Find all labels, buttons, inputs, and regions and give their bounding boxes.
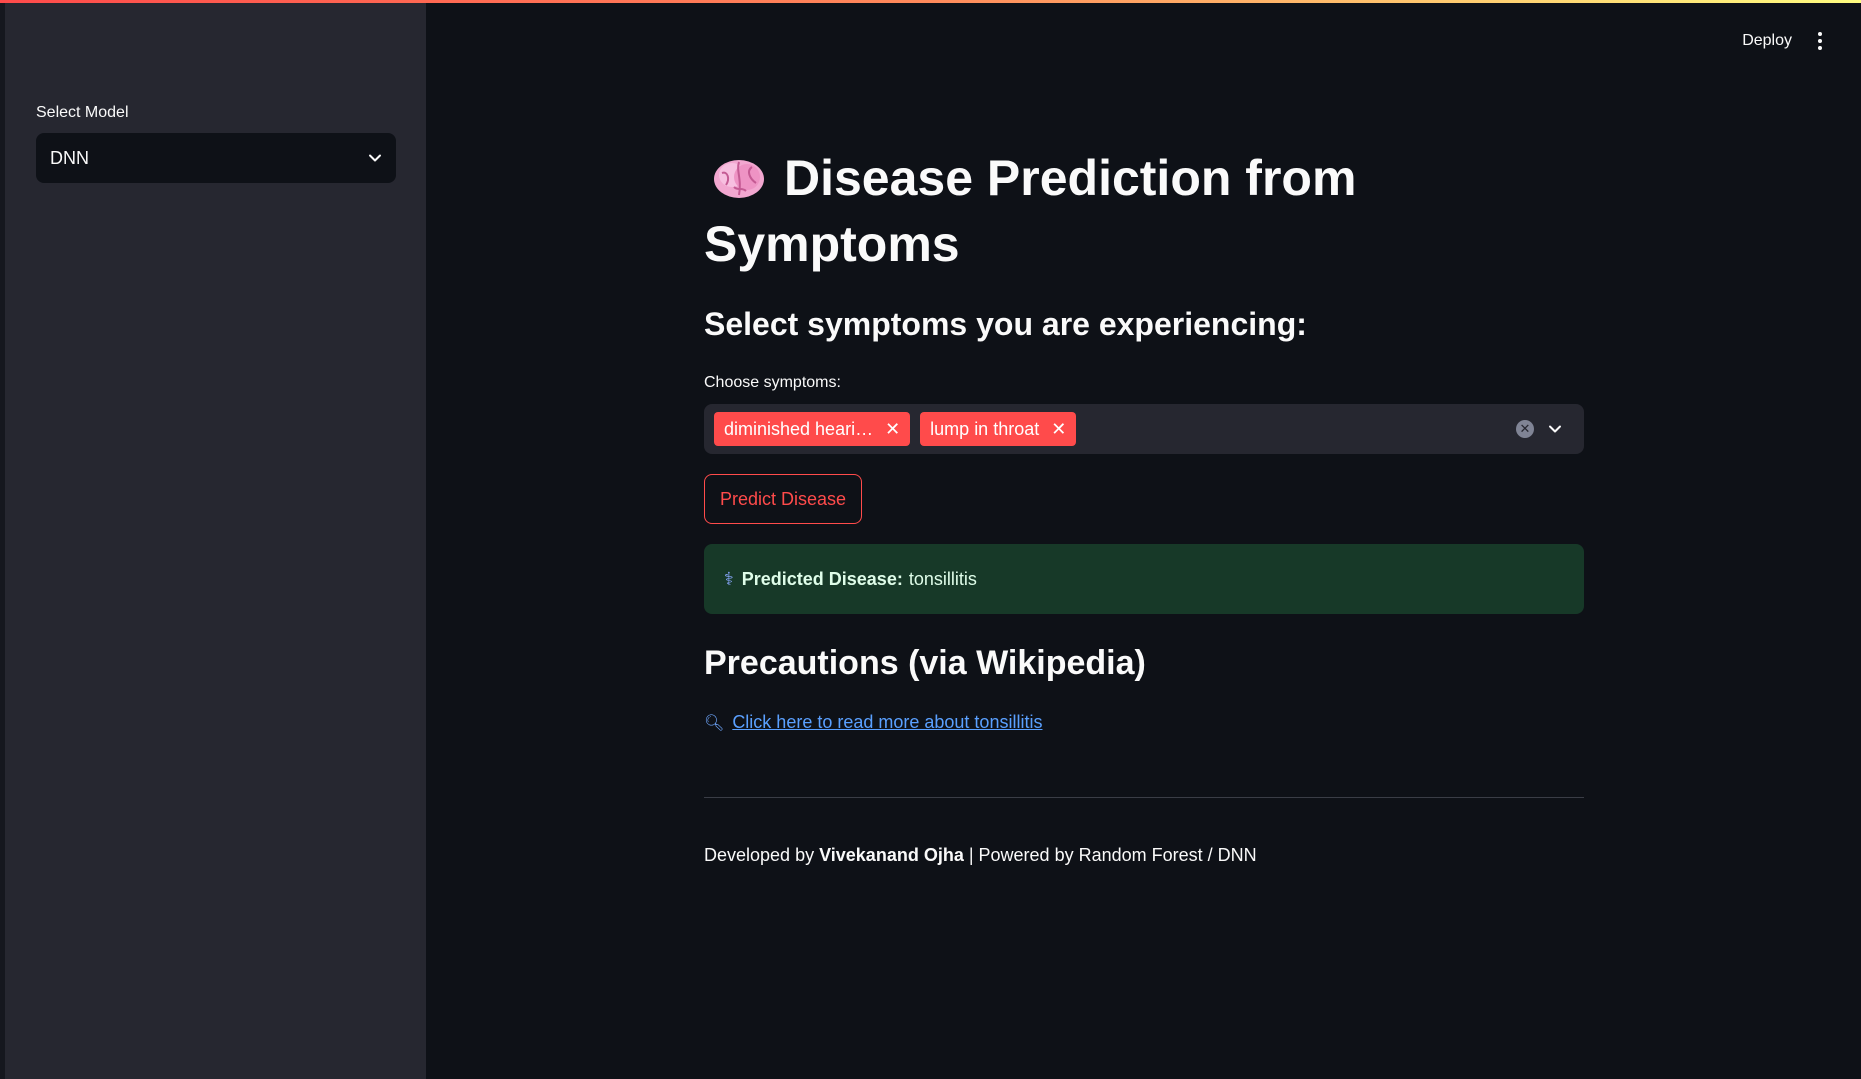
stethoscope-icon: ⚕ [724,568,734,589]
sidebar: Select Model DNN [5,0,426,1079]
result-label: Predicted Disease: [741,568,903,589]
brain-icon [714,160,764,198]
symptoms-multiselect[interactable]: diminished heari… ✕ lump in throat ✕ ✕ [704,404,1584,454]
symptom-chip-label: diminished heari… [724,418,874,439]
remove-chip-icon[interactable]: ✕ [885,419,900,440]
clear-all-icon[interactable]: ✕ [1516,420,1534,438]
chevron-down-icon [369,154,381,162]
page-title-text: Disease Prediction from Symptoms [704,150,1357,272]
model-select[interactable]: DNN [36,133,396,183]
app-header: Deploy [1742,30,1826,52]
footer-author: Vivekanand Ojha [819,845,964,865]
symptom-chip[interactable]: lump in throat ✕ [920,412,1077,446]
footer-suffix: | Powered by Random Forest / DNN [968,845,1257,865]
page-title: Disease Prediction from Symptoms [704,145,1424,277]
prediction-result-alert: ⚕ Predicted Disease: tonsillitis [704,544,1584,614]
footer: Developed by Vivekanand Ojha | Powered b… [704,845,1257,866]
precautions-title: Precautions (via Wikipedia) [704,644,1146,682]
select-model-label: Select Model [36,104,129,121]
top-decoration-bar [0,0,1861,3]
remove-chip-icon[interactable]: ✕ [1051,419,1066,440]
chevron-down-icon[interactable] [1548,422,1562,436]
deploy-button[interactable]: Deploy [1742,32,1792,50]
result-value: tonsillitis [908,568,977,589]
wikipedia-link-row: 🔍︎ Click here to read more about tonsill… [704,712,1042,733]
symptom-chip-label: lump in throat [930,418,1040,439]
section-subtitle: Select symptoms you are experiencing: [704,306,1307,342]
magnifier-icon: 🔍︎ [704,714,725,732]
predict-disease-button[interactable]: Predict Disease [704,474,863,524]
kebab-menu-icon[interactable] [1814,30,1826,52]
symptom-chip[interactable]: diminished heari… ✕ [714,412,911,446]
model-select-value: DNN [50,147,89,168]
footer-prefix: Developed by [704,845,815,865]
wikipedia-link[interactable]: Click here to read more about tonsilliti… [732,712,1042,733]
symptoms-label: Choose symptoms: [704,374,841,391]
divider [704,797,1584,798]
